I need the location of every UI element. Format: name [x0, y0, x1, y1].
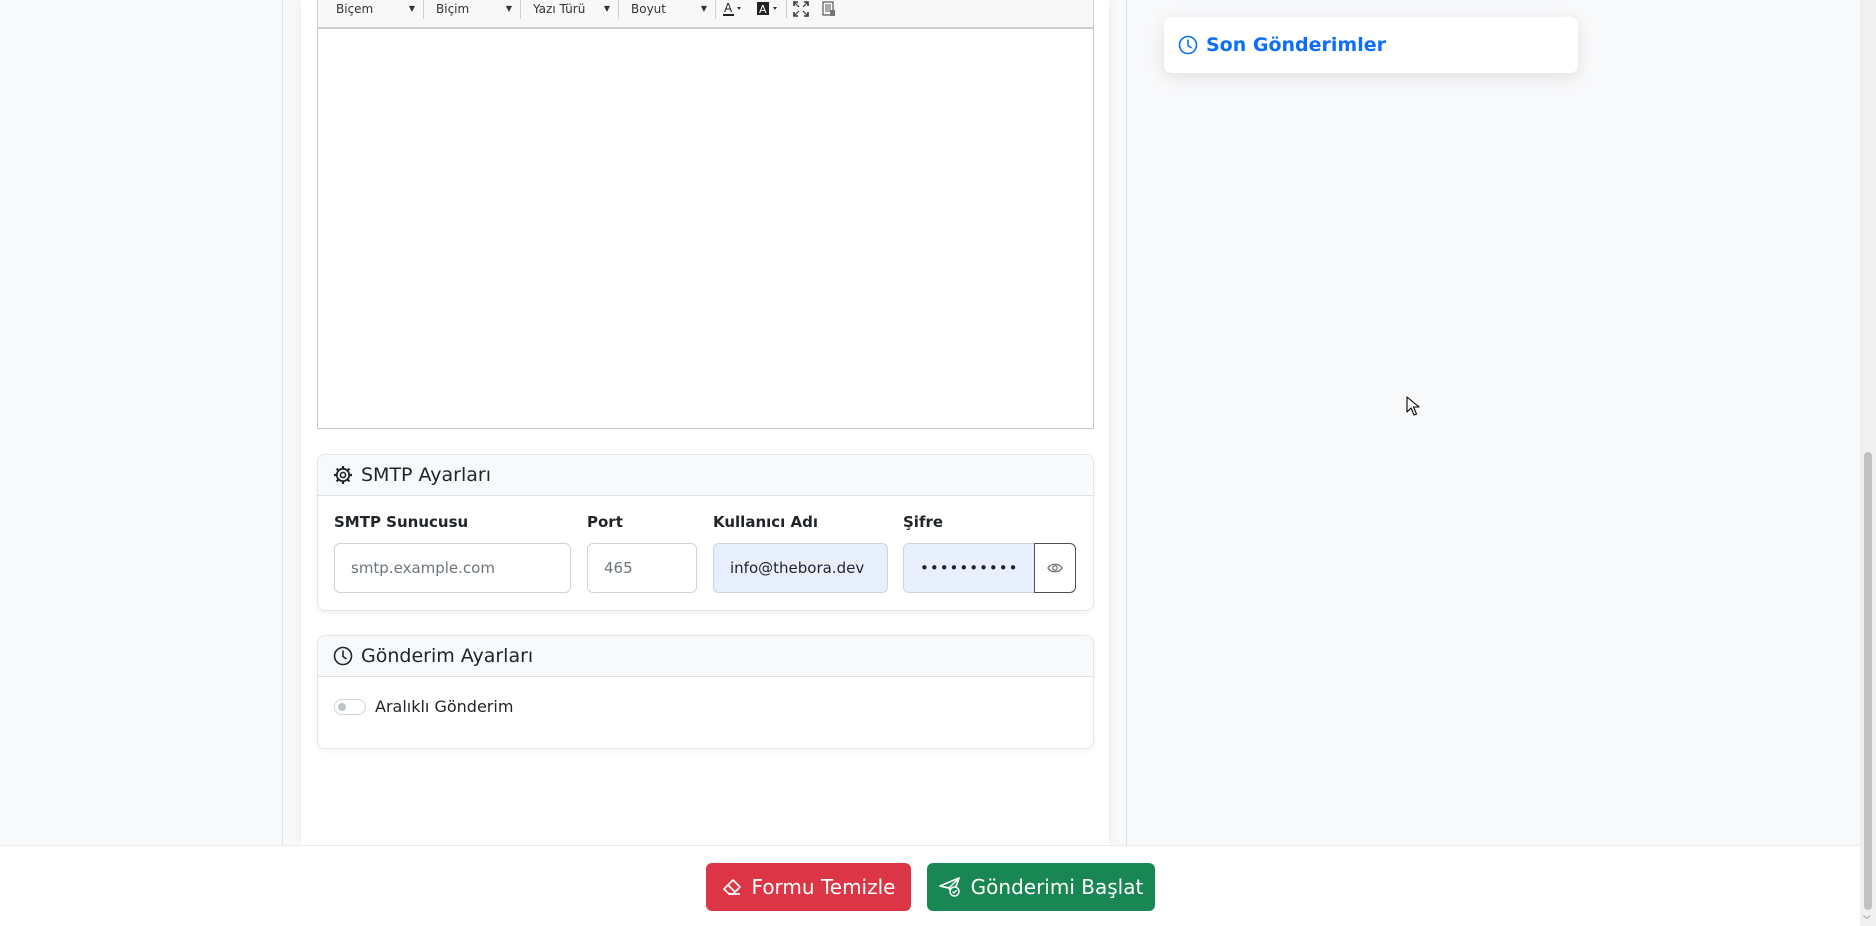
sending-settings-section: Gönderim Ayarları Aralıklı Gönderim	[317, 635, 1094, 749]
scroll-down-icon[interactable]: ⌵	[1863, 911, 1871, 922]
source-button[interactable]	[815, 0, 843, 19]
editor-toolbar: Biçem ▼ Biçim ▼ Yazı Türü ▼ Boyut ▼ A A	[317, 0, 1094, 28]
interval-sending-toggle[interactable]	[334, 698, 366, 715]
chevron-down-icon: ▼	[408, 4, 415, 13]
panel-divider	[1126, 0, 1127, 845]
smtp-server-input[interactable]: smtp.example.com	[334, 543, 571, 593]
page: Biçem ▼ Biçim ▼ Yazı Türü ▼ Boyut ▼ A A	[0, 0, 1876, 926]
interval-sending-label: Aralıklı Gönderim	[375, 697, 514, 716]
port-input[interactable]: 465	[587, 543, 697, 593]
start-sending-button[interactable]: Gönderimi Başlat	[927, 863, 1155, 911]
background-color-icon: A	[757, 1, 777, 16]
port-label: Port	[587, 513, 623, 531]
recent-sends-card: Son Gönderimler	[1164, 17, 1578, 73]
document-icon	[822, 1, 835, 16]
recent-sends-title: Son Gönderimler	[1206, 34, 1386, 56]
size-combo[interactable]: Boyut ▼	[619, 0, 716, 19]
eraser-icon	[722, 879, 741, 895]
send-check-icon	[938, 877, 960, 897]
smtp-settings-header: SMTP Ayarları	[318, 455, 1093, 496]
eye-icon	[1047, 563, 1063, 573]
section-title: SMTP Ayarları	[361, 464, 491, 486]
clear-form-label: Formu Temizle	[751, 875, 896, 899]
style-combo[interactable]: Biçem ▼	[318, 0, 424, 19]
divider	[282, 0, 283, 845]
chevron-down-icon: ▼	[505, 4, 512, 13]
scrollbar-thumb[interactable]	[1864, 452, 1872, 910]
mouse-cursor-icon	[1406, 396, 1420, 416]
sending-settings-header: Gönderim Ayarları	[318, 636, 1093, 677]
clear-form-button[interactable]: Formu Temizle	[706, 863, 911, 911]
username-label: Kullanıcı Adı	[713, 513, 819, 531]
password-group: ••••••••••	[903, 543, 1076, 593]
font-combo[interactable]: Yazı Türü ▼	[521, 0, 619, 19]
chevron-down-icon: ▼	[700, 4, 707, 13]
interval-sending-row: Aralıklı Gönderim	[334, 697, 513, 716]
format-combo[interactable]: Biçim ▼	[424, 0, 521, 19]
smtp-server-label: SMTP Sunucusu	[334, 513, 469, 531]
start-sending-label: Gönderimi Başlat	[970, 875, 1144, 899]
editor-content-area[interactable]	[317, 28, 1094, 429]
chevron-down-icon: ▼	[603, 4, 610, 13]
maximize-button[interactable]	[787, 0, 815, 19]
history-clock-icon	[1178, 35, 1198, 55]
text-color-icon: A	[723, 1, 741, 16]
page-scrollbar[interactable]: ⌵	[1860, 0, 1876, 926]
toggle-knob	[338, 702, 346, 711]
username-input[interactable]: info@thebora.dev	[713, 543, 888, 593]
password-label: Şifre	[903, 513, 944, 531]
password-input[interactable]: ••••••••••	[903, 543, 1034, 593]
maximize-icon	[793, 0, 809, 17]
footer-action-bar: Formu Temizle Gönderimi Başlat	[0, 845, 1860, 926]
svg-text:A: A	[724, 1, 733, 15]
background-color-button[interactable]: A	[750, 0, 786, 19]
smtp-settings-section: SMTP Ayarları SMTP Sunucusu smtp.example…	[317, 454, 1094, 611]
clock-icon	[333, 646, 353, 666]
text-color-button[interactable]: A	[716, 0, 750, 19]
gear-icon	[334, 466, 352, 484]
section-title: Gönderim Ayarları	[361, 645, 534, 667]
toggle-password-button[interactable]	[1034, 543, 1076, 593]
svg-text:A: A	[759, 3, 767, 16]
